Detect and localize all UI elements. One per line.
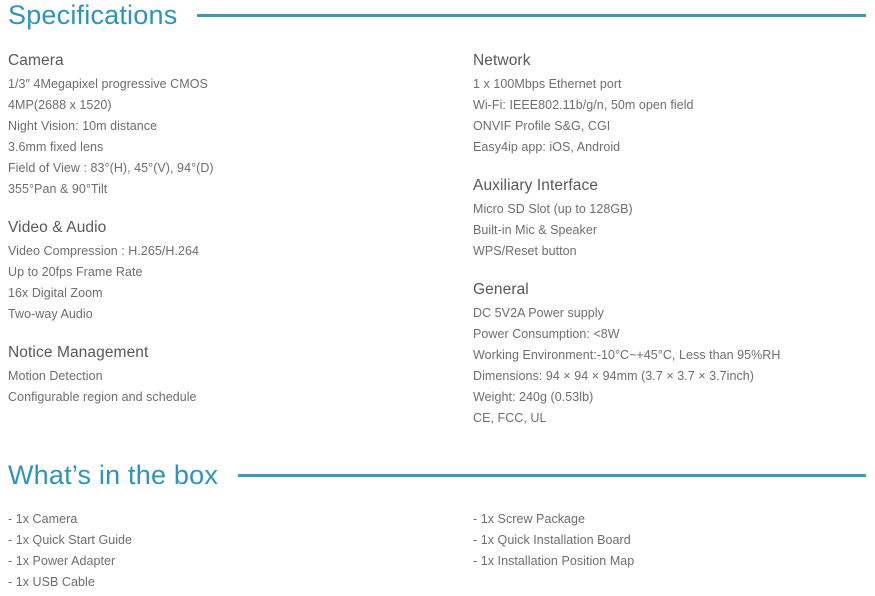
spec-line: Video Compression : H.265/H.264 bbox=[8, 244, 200, 258]
specifications-title: Specifications bbox=[8, 0, 178, 30]
spec-group-heading: Video & Audio bbox=[8, 219, 107, 236]
whats-in-the-box-title: What’s in the box bbox=[8, 460, 219, 490]
specifications-left-column: Camera 1/3″ 4Megapixel progressive CMOS … bbox=[8, 50, 408, 408]
specifications-divider-rule bbox=[197, 14, 866, 17]
box-list-item: - 1x USB Cable bbox=[8, 575, 95, 589]
spec-line: 355°Pan & 90°Tilt bbox=[8, 182, 108, 196]
spec-group-heading: General bbox=[473, 281, 529, 298]
spec-group-heading: Network bbox=[473, 52, 531, 69]
spec-line: Easy4ip app: iOS, Android bbox=[473, 140, 621, 154]
spec-line: Weight: 240g (0.53lb) bbox=[473, 390, 594, 404]
spec-line: Working Environment:-10°C~+45°C, Less th… bbox=[473, 348, 781, 362]
specifications-right-column: Network 1 x 100Mbps Ethernet port Wi-Fi:… bbox=[473, 50, 873, 429]
spec-line: ONVIF Profile S&G, CGI bbox=[473, 119, 611, 133]
box-list-item: - 1x Power Adapter bbox=[8, 554, 116, 568]
box-list-item: - 1x Quick Start Guide bbox=[8, 533, 133, 547]
spec-line: 4MP(2688 x 1520) bbox=[8, 98, 112, 112]
spec-group-auxiliary-interface: Auxiliary Interface Micro SD Slot (up to… bbox=[473, 175, 873, 262]
spec-line: Built-in Mic & Speaker bbox=[473, 223, 598, 237]
spec-line: Motion Detection bbox=[8, 369, 103, 383]
spec-line: Micro SD Slot (up to 128GB) bbox=[473, 202, 633, 216]
spec-line: Field of View : 83°(H), 45°(V), 94°(D) bbox=[8, 161, 214, 175]
box-list-item: - 1x Camera bbox=[8, 512, 78, 526]
whats-in-the-box-left-column: - 1x Camera - 1x Quick Start Guide - 1x … bbox=[8, 509, 408, 593]
spec-line: Power Consumption: <8W bbox=[473, 327, 620, 341]
spec-group-camera: Camera 1/3″ 4Megapixel progressive CMOS … bbox=[8, 50, 408, 200]
spec-line: 1 x 100Mbps Ethernet port bbox=[473, 77, 622, 91]
spec-line: CE, FCC, UL bbox=[473, 411, 547, 425]
spec-group-network: Network 1 x 100Mbps Ethernet port Wi-Fi:… bbox=[473, 50, 873, 158]
spec-group-heading: Auxiliary Interface bbox=[473, 177, 599, 194]
whats-in-the-box-divider-rule bbox=[238, 474, 866, 477]
spec-line: Night Vision: 10m distance bbox=[8, 119, 158, 133]
whats-in-the-box-section-header: What’s in the box bbox=[0, 462, 875, 489]
spec-group-heading: Notice Management bbox=[8, 344, 149, 361]
spec-group-general: General DC 5V2A Power supply Power Consu… bbox=[473, 279, 873, 429]
box-list-item: - 1x Installation Position Map bbox=[473, 554, 635, 568]
spec-group-notice-management: Notice Management Motion Detection Confi… bbox=[8, 342, 408, 408]
spec-line: 16x Digital Zoom bbox=[8, 286, 103, 300]
spec-line: 1/3″ 4Megapixel progressive CMOS bbox=[8, 77, 208, 91]
spec-group-video-audio: Video & Audio Video Compression : H.265/… bbox=[8, 217, 408, 325]
spec-line: Dimensions: 94 × 94 × 94mm (3.7 × 3.7 × … bbox=[473, 369, 755, 383]
spec-line: Configurable region and schedule bbox=[8, 390, 197, 404]
spec-line: Two-way Audio bbox=[8, 307, 93, 321]
specifications-section-header: Specifications bbox=[0, 2, 875, 29]
spec-group-heading: Camera bbox=[8, 52, 64, 69]
box-list-item: - 1x Screw Package bbox=[473, 512, 586, 526]
whats-in-the-box-right-column: - 1x Screw Package - 1x Quick Installati… bbox=[473, 509, 873, 572]
spec-line: Up to 20fps Frame Rate bbox=[8, 265, 143, 279]
spec-line: DC 5V2A Power supply bbox=[473, 306, 604, 320]
spec-line: Wi-Fi: IEEE802.11b/g/n, 50m open field bbox=[473, 98, 694, 112]
box-list-item: - 1x Quick Installation Board bbox=[473, 533, 631, 547]
spec-line: 3.6mm fixed lens bbox=[8, 140, 104, 154]
spec-line: WPS/Reset button bbox=[473, 244, 577, 258]
